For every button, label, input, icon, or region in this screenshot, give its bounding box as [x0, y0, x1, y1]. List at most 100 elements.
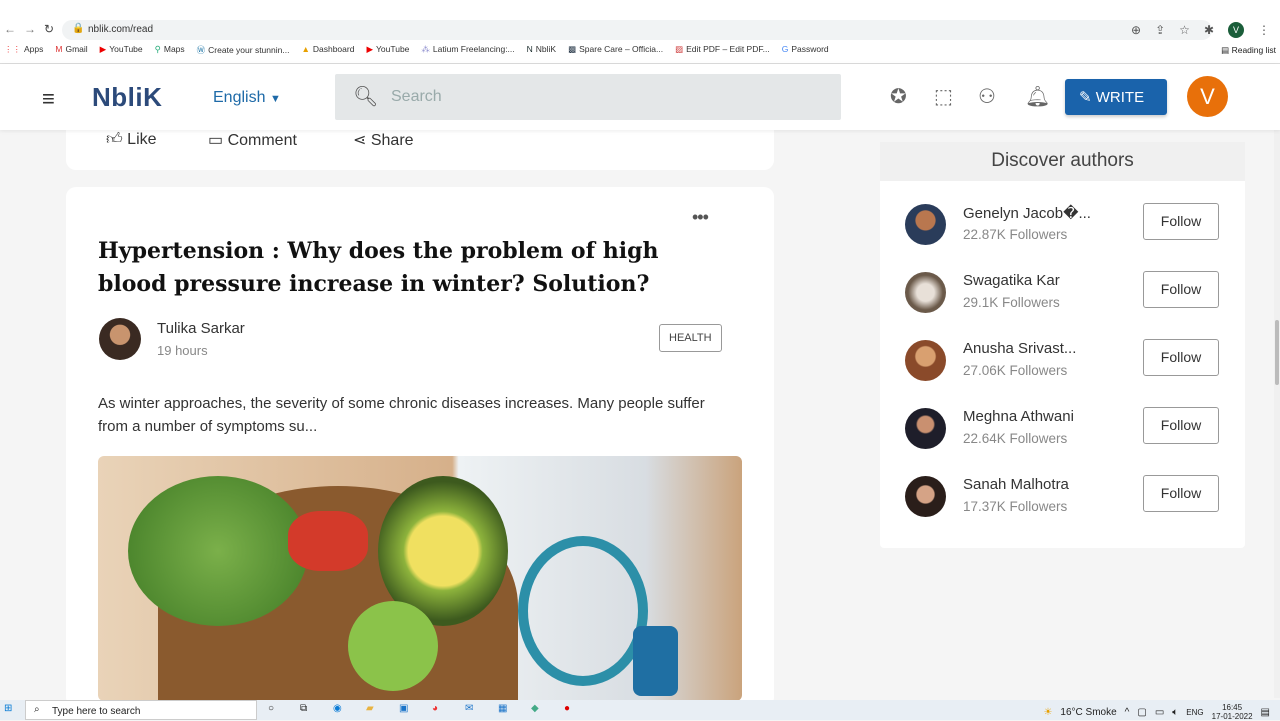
bookmark-label: Create your stunnin... [208, 45, 290, 55]
category-tag[interactable]: HEALTH [659, 324, 722, 352]
pdf-icon: ▨ [675, 44, 684, 54]
taskbar-search[interactable]: ⌕ Type here to search [25, 700, 257, 720]
network-icon[interactable]: ▭ [1155, 707, 1164, 718]
language-indicator[interactable]: ENG [1186, 708, 1203, 717]
follow-button[interactable]: Follow [1143, 339, 1219, 376]
follow-button[interactable]: Follow [1143, 203, 1219, 240]
author-avatar[interactable] [99, 318, 141, 360]
tray-chevron-icon[interactable]: ^ [1125, 707, 1130, 718]
comment-icon: ▭ [208, 132, 228, 149]
search-icon: ⌕ [34, 704, 40, 715]
nblik-icon: N [526, 44, 533, 54]
volume-icon[interactable]: 🔈︎ [1172, 707, 1178, 718]
scrollbar-thumb[interactable] [1275, 320, 1279, 385]
apps-grid-icon: ⋮⋮ [4, 44, 21, 54]
post-title[interactable]: Hypertension : Why does the problem of h… [98, 235, 718, 301]
reading-list[interactable]: ▤ Reading list [1221, 45, 1276, 56]
forward-icon[interactable]: → [24, 22, 36, 36]
user-avatar[interactable]: V [1187, 76, 1228, 117]
bookmarks-bar: ⋮⋮ Apps M Gmail ▶ YouTube ⚲ Maps Ⓦ Create your st… [0, 44, 829, 56]
extensions-icon[interactable]: ✱ [1204, 23, 1214, 37]
menu-icon[interactable]: ⋮ [1258, 23, 1270, 37]
profile-avatar[interactable]: V [1228, 22, 1244, 38]
author-avatar[interactable] [905, 476, 946, 517]
post-excerpt[interactable]: As winter approaches, the severity of so… [98, 392, 728, 438]
bookmark-item[interactable]: ⋮⋮ Apps [4, 44, 43, 56]
bookmark-item[interactable]: ▶ YouTube [366, 44, 409, 56]
reload-icon[interactable]: ↻ [44, 22, 54, 36]
comment-button[interactable]: ▭ Comment [208, 130, 297, 150]
post-image[interactable] [98, 456, 742, 701]
author-name[interactable]: Meghna Athwani [963, 408, 1074, 425]
photos-icon[interactable]: ▦ [498, 703, 507, 714]
author-avatar[interactable] [905, 408, 946, 449]
author-name[interactable]: Tulika Sarkar [157, 320, 245, 337]
follow-button[interactable]: Follow [1143, 271, 1219, 308]
author-row: Sanah Malhotra 17.37K Followers Follow [905, 475, 1225, 526]
youtube-icon: ▶ [366, 44, 373, 54]
logo[interactable]: NbliK [92, 82, 162, 113]
author-name[interactable]: Swagatika Kar [963, 272, 1060, 289]
author-followers: 17.37K Followers [963, 499, 1068, 514]
discover-title: Discover authors [880, 142, 1245, 181]
star-icon[interactable]: ☆ [1179, 23, 1190, 37]
bookmark-label: Edit PDF – Edit PDF... [686, 44, 770, 54]
author-name[interactable]: Sanah Malhotra [963, 476, 1069, 493]
zoom-icon[interactable]: ⊕ [1131, 23, 1141, 37]
bookmark-label: Latium Freelancing:... [432, 44, 515, 54]
follow-button[interactable]: Follow [1143, 475, 1219, 512]
edge-icon[interactable]: ◉ [333, 703, 342, 714]
browser-chrome: ← → ↻ 🔒 nblik.com/read ⊕ ⇪ ☆ ✱ V ⋮ ⋮⋮ Apps… [0, 0, 1280, 64]
author-avatar[interactable] [905, 204, 946, 245]
meet-icon[interactable]: ▢ [1137, 707, 1146, 718]
clock[interactable]: 16:45 17-01-2022 [1212, 703, 1253, 721]
more-options-icon[interactable]: ••• [692, 207, 709, 228]
notifications-icon[interactable]: ▤ [1261, 707, 1270, 718]
author-avatar[interactable] [905, 272, 946, 313]
store-icon[interactable]: ▣ [399, 703, 408, 714]
bookmark-item[interactable]: G Password [782, 44, 829, 56]
bookmark-item[interactable]: M Gmail [55, 44, 87, 56]
search-input[interactable]: 🔍︎ Search [335, 74, 841, 120]
bookmark-label: Maps [163, 44, 185, 54]
bell-icon[interactable]: 🔔︎ [1025, 84, 1050, 109]
community-icon[interactable]: ⚇ [978, 84, 996, 109]
bookmark-item[interactable]: ⁂ Latium Freelancing:... [421, 44, 514, 56]
bookmark-item[interactable]: ⚲ Maps [155, 44, 185, 56]
badge-star-icon[interactable]: ✪ [890, 84, 907, 109]
bookmark-item[interactable]: N NbliK [527, 44, 556, 56]
task-view-icon[interactable]: ⧉ [300, 703, 307, 714]
follow-button[interactable]: Follow [1143, 407, 1219, 444]
share-icon[interactable]: ⇪ [1155, 23, 1165, 37]
share-button[interactable]: ⋖ Share [353, 130, 414, 150]
file-explorer-icon[interactable]: ▰ [366, 703, 374, 714]
like-button[interactable]: 👍︎ Like [106, 130, 157, 149]
bookmark-item[interactable]: ▩ Spare Care – Officia... [568, 44, 663, 56]
app-icon[interactable]: ◆ [531, 703, 539, 714]
hamburger-menu-icon[interactable]: ≡ [42, 86, 55, 112]
network-icon[interactable]: ⬚ [934, 84, 953, 109]
language-selector[interactable]: English ▼ [213, 89, 281, 107]
bookmark-item[interactable]: ▶ YouTube [100, 44, 143, 56]
mail-icon[interactable]: ✉ [465, 703, 473, 714]
author-name[interactable]: Anusha Srivast... [963, 340, 1076, 357]
weather-text[interactable]: 16°C Smoke [1060, 707, 1116, 718]
bookmark-item[interactable]: ▲ Dashboard [301, 44, 354, 56]
author-row: Genelyn Jacob�... 22.87K Followers Follow [905, 203, 1225, 254]
windows-start-icon[interactable]: ⊞ [4, 703, 12, 714]
author-name[interactable]: Genelyn Jacob�... [963, 204, 1091, 222]
back-icon[interactable]: ← [4, 22, 16, 36]
address-bar[interactable]: 🔒 nblik.com/read [62, 20, 1212, 40]
record-icon[interactable]: ● [564, 703, 570, 714]
write-button[interactable]: ✎ WRITE [1065, 79, 1167, 115]
url-text: nblik.com/read [88, 24, 154, 35]
author-avatar[interactable] [905, 340, 946, 381]
clock-time: 16:45 [1222, 703, 1243, 712]
bookmark-item[interactable]: ▨ Edit PDF – Edit PDF... [675, 44, 770, 56]
cortana-icon[interactable]: ○ [268, 703, 274, 714]
chrome-icon[interactable]: ◕ [432, 703, 438, 714]
like-label: Like [127, 131, 157, 148]
bookmark-item[interactable]: Ⓦ Create your stunnin... [197, 44, 290, 56]
author-followers: 22.64K Followers [963, 431, 1068, 446]
scrollbar[interactable] [1274, 130, 1280, 698]
